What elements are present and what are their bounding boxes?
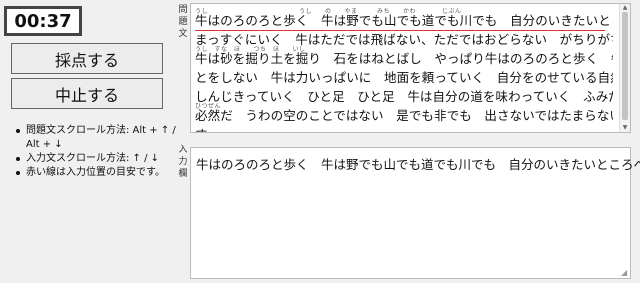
problem-line: ひつぜん必然だ うわの空のことではない 是でも非でも 出さないではたまらない足を… xyxy=(195,103,613,122)
stop-button[interactable]: 中止する xyxy=(11,78,163,109)
problem-text: うし うし の やま みち かわ じぶん 牛はのろのろと歩く 牛は野でも山でも道で… xyxy=(195,8,613,132)
help-item-problem-scroll: 問題文スクロール方法: Alt + ↑ / Alt + ↓ xyxy=(14,124,179,152)
input-position-red-line xyxy=(195,30,605,31)
problem-line: とをしない 牛は力いっぱいに 地面を頼っていく 自分をのせている自然の力を xyxy=(195,70,613,84)
help-list: 問題文スクロール方法: Alt + ↑ / Alt + ↓ 入力文スクロール方法… xyxy=(14,124,179,180)
input-text: 牛はのろのろと歩く 牛は野でも山でも道でも川でも 自分のいきたいところへは xyxy=(196,157,640,172)
scroll-down-arrow-icon[interactable]: ▼ xyxy=(620,124,630,132)
problem-line: す xyxy=(195,122,613,132)
problem-line: うし うし の やま みち かわ じぶん 牛はのろのろと歩く 牛は野でも山でも道で… xyxy=(195,8,613,27)
help-item-input-scroll: 入力文スクロール方法: ↑ / ↓ xyxy=(14,152,179,166)
input-textarea[interactable]: 牛はのろのろと歩く 牛は野でも山でも道でも川でも 自分のいきたいところへは ◢ xyxy=(190,147,640,279)
problem-line: うし すな ほ つち ほ いし 牛は砂を掘り土を掘り 石をはねとばし やっぱり牛は… xyxy=(195,46,613,65)
timer-display: 00:37 xyxy=(4,6,82,36)
problem-text-panel[interactable]: うし うし の やま みち かわ じぶん 牛はのろのろと歩く 牛は野でも山でも道で… xyxy=(190,3,631,133)
scrollbar-thumb[interactable] xyxy=(622,12,628,120)
problem-label: 問 題 文 xyxy=(178,5,188,39)
score-button[interactable]: 採点する xyxy=(11,43,163,74)
scroll-up-arrow-icon[interactable]: ▲ xyxy=(620,4,630,12)
problem-line: しんじきっていく ひと足 ひと足 牛は自分の道を味わっていく ふみだす足は xyxy=(195,89,613,103)
problem-scrollbar[interactable]: ▲ ▼ xyxy=(619,4,630,132)
resize-grip-icon[interactable]: ◢ xyxy=(621,269,629,277)
help-item-red-line: 赤い線は入力位置の目安です。 xyxy=(14,166,179,180)
input-label: 入 力 欄 xyxy=(178,145,188,179)
